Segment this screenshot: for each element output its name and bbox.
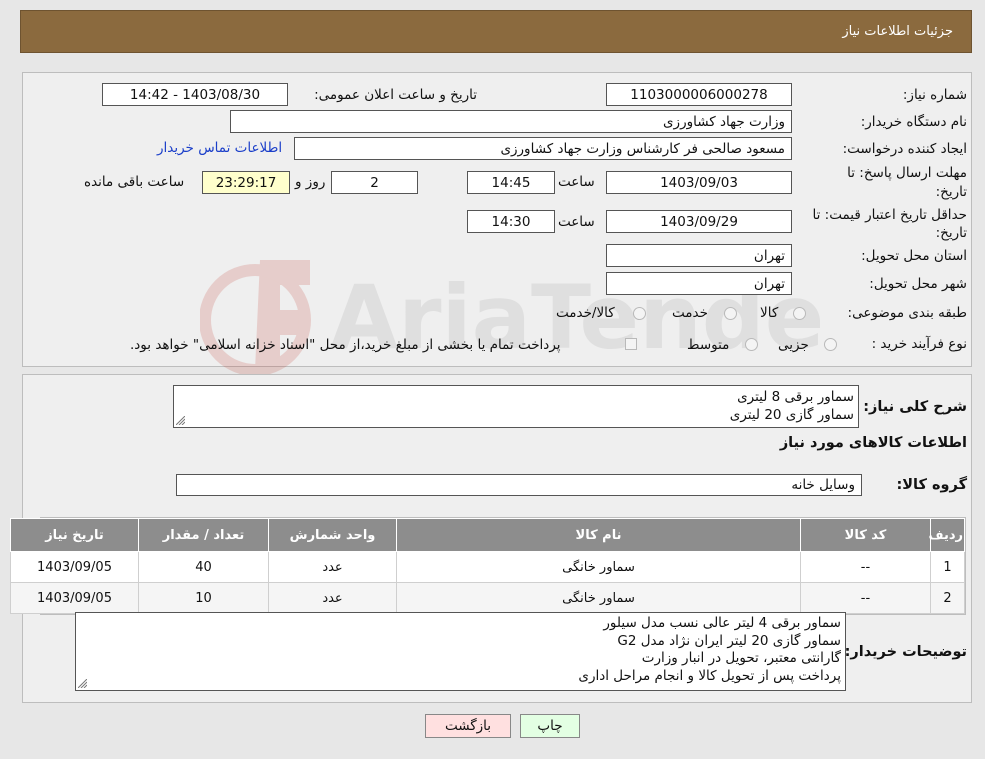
table-row: 2 -- سماور خانگی عدد 10 1403/09/05 xyxy=(10,582,965,614)
notes-textarea[interactable]: سماور برقی 4 لیتر عالی نسب مدل سیلور سما… xyxy=(75,612,846,691)
deadline-label-2: تاریخ: xyxy=(935,184,967,200)
notes-line: پرداخت پس از تحویل کالا و انجام مراحل اد… xyxy=(578,667,841,684)
col-header-row-num: ردیف xyxy=(928,518,965,552)
deadline-time-label: ساعت xyxy=(558,174,595,190)
need-number-label: شماره نیاز: xyxy=(902,87,967,103)
items-table-wrapper: ردیف کد کالا نام کالا واحد شمارش تعداد /… xyxy=(10,517,966,615)
validity-label: حداقل تاریخ اعتبار قیمت: تا xyxy=(812,207,967,223)
category-radio-service[interactable] xyxy=(724,307,737,320)
cell-unit: عدد xyxy=(268,582,397,614)
announce-field: 1403/08/30 - 14:42 xyxy=(102,83,288,106)
process-label: نوع فرآیند خرید : xyxy=(871,336,967,352)
validity-time-field: 14:30 xyxy=(467,210,555,233)
col-header-date: تاریخ نیاز xyxy=(10,518,139,552)
buyer-contact-link[interactable]: اطلاعات تماس خریدار xyxy=(157,140,282,156)
group-label: گروه کالا: xyxy=(896,477,967,493)
days-field: 2 xyxy=(331,171,418,194)
city-field: تهران xyxy=(606,272,792,295)
desc-line: سماور گازی 20 لیتری xyxy=(729,407,854,423)
cell-name: سماور خانگی xyxy=(396,551,801,583)
days-label: روز و xyxy=(295,174,326,190)
items-table: ردیف کد کالا نام کالا واحد شمارش تعداد /… xyxy=(10,518,965,614)
table-header-row: ردیف کد کالا نام کالا واحد شمارش تعداد /… xyxy=(10,518,965,552)
cell-row-num: 2 xyxy=(930,582,965,614)
cell-row-num: 1 xyxy=(930,551,965,583)
process-radio-medium[interactable] xyxy=(745,338,758,351)
desc-label: شرح کلی نیاز: xyxy=(863,399,967,415)
cell-qty: 10 xyxy=(138,582,269,614)
deadline-time-field: 14:45 xyxy=(467,171,555,194)
process-option-medium: متوسط xyxy=(687,337,730,353)
category-label: طبقه بندی موضوعی: xyxy=(847,305,967,321)
page-header: جزئیات اطلاعات نیاز xyxy=(20,10,972,53)
cell-date: 1403/09/05 xyxy=(10,582,139,614)
desc-line: سماور برقی 8 لیتری xyxy=(737,389,854,405)
remaining-time-field: 23:29:17 xyxy=(202,171,290,194)
desc-textarea[interactable]: سماور برقی 8 لیتری سماور گازی 20 لیتری xyxy=(173,385,859,428)
items-section-title: اطلاعات کالاهای مورد نیاز xyxy=(779,435,967,451)
page-title: جزئیات اطلاعات نیاز xyxy=(842,24,953,39)
cell-code: -- xyxy=(800,582,931,614)
cell-code: -- xyxy=(800,551,931,583)
payment-note: پرداخت تمام یا بخشی از مبلغ خرید،از محل … xyxy=(130,337,561,353)
back-button[interactable]: بازگشت xyxy=(425,714,511,738)
validity-label-2: تاریخ: xyxy=(935,225,967,241)
notes-line: گارانتی معتبر، تحویل در انبار وزارت xyxy=(641,650,841,666)
treasury-payment-checkbox[interactable] xyxy=(625,338,637,350)
process-option-minor: جزیی xyxy=(778,337,809,353)
province-field: تهران xyxy=(606,244,792,267)
category-option-goods: کالا xyxy=(760,305,779,321)
notes-label: توضیحات خریدار: xyxy=(844,644,967,660)
notes-line: سماور برقی 4 لیتر عالی نسب مدل سیلور xyxy=(603,615,841,631)
col-header-qty: تعداد / مقدار xyxy=(138,518,269,552)
buyer-org-field: وزارت جهاد کشاورزی xyxy=(230,110,792,133)
col-header-code: کد کالا xyxy=(800,518,931,552)
category-option-service: خدمت xyxy=(672,305,708,321)
buyer-org-label: نام دستگاه خریدار: xyxy=(860,114,967,130)
creator-label: ایجاد کننده درخواست: xyxy=(842,141,967,157)
table-row: 1 -- سماور خانگی عدد 40 1403/09/05 xyxy=(10,551,965,583)
province-label: استان محل تحویل: xyxy=(861,248,967,264)
validity-time-label: ساعت xyxy=(558,214,595,230)
resize-grip-icon[interactable] xyxy=(78,679,87,688)
notes-line: سماور گازی 20 لیتر ایران نژاد مدل G2 xyxy=(617,632,841,649)
process-radio-minor[interactable] xyxy=(824,338,837,351)
cell-unit: عدد xyxy=(268,551,397,583)
city-label: شهر محل تحویل: xyxy=(869,276,967,292)
need-number-field: 1103000006000278 xyxy=(606,83,792,106)
category-radio-goods[interactable] xyxy=(793,307,806,320)
creator-field: مسعود صالحی فر کارشناس وزارت جهاد کشاورز… xyxy=(294,137,792,160)
category-option-both: کالا/خدمت xyxy=(556,305,615,321)
cell-name: سماور خانگی xyxy=(396,582,801,614)
deadline-date-field: 1403/09/03 xyxy=(606,171,792,194)
cell-qty: 40 xyxy=(138,551,269,583)
col-header-unit: واحد شمارش xyxy=(268,518,397,552)
remaining-label: ساعت باقی مانده xyxy=(84,174,185,190)
print-button[interactable]: چاپ xyxy=(520,714,580,738)
col-header-name: نام کالا xyxy=(396,518,801,552)
announce-label: تاریخ و ساعت اعلان عمومی: xyxy=(314,87,477,103)
deadline-label: مهلت ارسال پاسخ: تا xyxy=(847,165,967,181)
validity-date-field: 1403/09/29 xyxy=(606,210,792,233)
category-radio-both[interactable] xyxy=(633,307,646,320)
resize-grip-icon[interactable] xyxy=(176,416,185,425)
cell-date: 1403/09/05 xyxy=(10,551,139,583)
group-field: وسایل خانه xyxy=(176,474,862,496)
